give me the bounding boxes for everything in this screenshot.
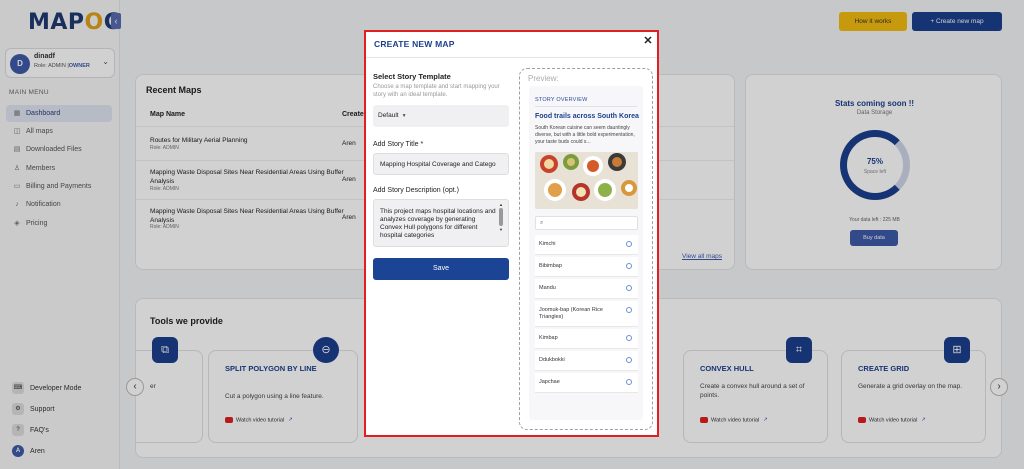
location-pin-icon: [626, 379, 632, 385]
template-select[interactable]: Default ▼: [373, 105, 509, 127]
location-pin-icon: [626, 307, 632, 313]
caret-down-icon: ▼: [401, 113, 407, 119]
create-map-modal: CREATE NEW MAP ✕ Select Story Template C…: [364, 30, 659, 437]
story-title-input[interactable]: Mapping Hospital Coverage and Catego: [373, 153, 509, 175]
food-image: [535, 152, 638, 209]
location-pin-icon: [626, 285, 632, 291]
location-pin-icon: [626, 241, 632, 247]
list-item[interactable]: Ddukbokki: [535, 351, 638, 371]
preview-search-input[interactable]: ⌕: [535, 216, 638, 230]
list-item[interactable]: Bibimbap: [535, 257, 638, 277]
story-overview-label: STORY OVERVIEW: [535, 97, 588, 103]
list-item[interactable]: Kimbap: [535, 329, 638, 349]
list-item[interactable]: Japchae: [535, 373, 638, 393]
divider: [366, 57, 657, 58]
location-pin-icon: [626, 263, 632, 269]
modal-title: CREATE NEW MAP: [374, 39, 455, 49]
location-pin-icon: [626, 335, 632, 341]
preview-phone: STORY OVERVIEW Food trails across South …: [529, 86, 643, 420]
story-preview: Preview: STORY OVERVIEW Food trails acro…: [519, 68, 653, 430]
story-title-label: Add Story Title *: [373, 141, 424, 148]
divider: [535, 106, 637, 107]
textarea-scrollbar[interactable]: ▲ ▼: [499, 202, 503, 242]
story-title: Food trails across South Korea: [535, 113, 639, 120]
list-item[interactable]: Kimchi: [535, 235, 638, 255]
story-description: South Korean cuisine can seem dauntingly…: [535, 125, 635, 145]
close-icon[interactable]: ✕: [642, 35, 654, 47]
save-button[interactable]: Save: [373, 258, 509, 280]
list-item[interactable]: Joomuk-bap (Korean Rice Triangles): [535, 301, 638, 327]
template-label: Select Story Template: [373, 72, 451, 81]
story-description-textarea[interactable]: This project maps hospital locations and…: [373, 199, 509, 247]
story-description-label: Add Story Description (opt.): [373, 187, 459, 194]
search-icon: ⌕: [540, 220, 544, 226]
list-item[interactable]: Mandu: [535, 279, 638, 299]
preview-label: Preview:: [528, 74, 559, 83]
template-hint: Choose a map template and start mapping …: [373, 84, 500, 98]
location-pin-icon: [626, 357, 632, 363]
